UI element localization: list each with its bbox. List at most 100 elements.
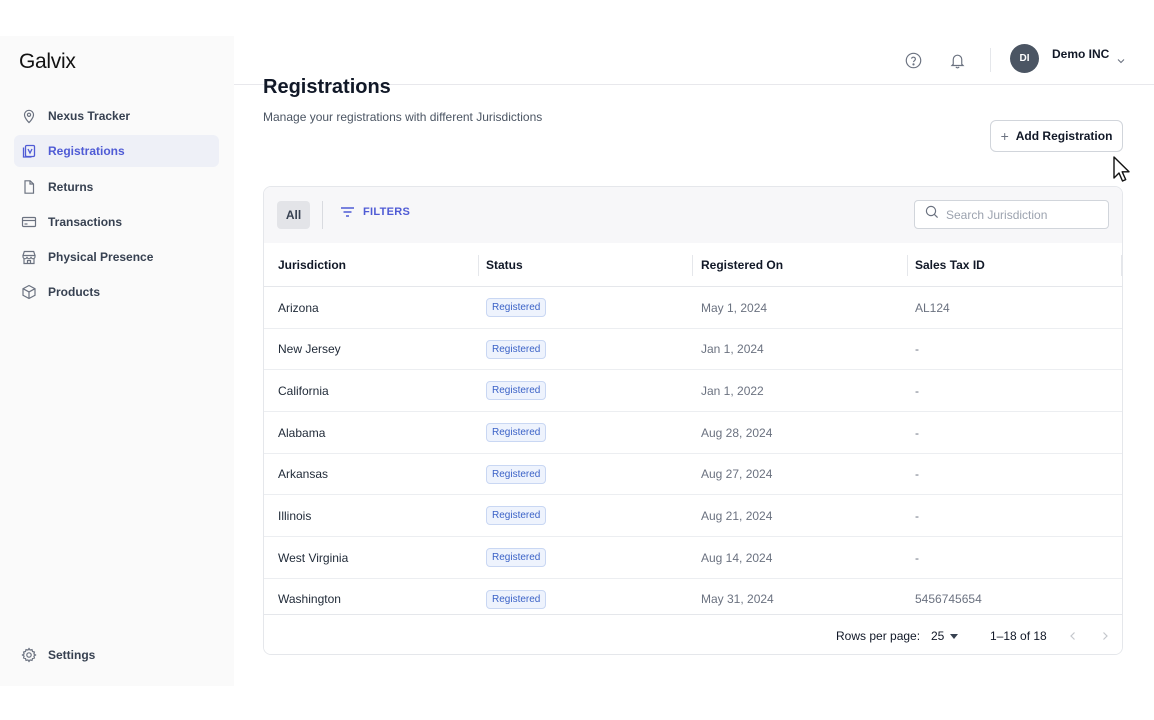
cell-jurisdiction: Arizona bbox=[278, 300, 319, 315]
gear-icon bbox=[20, 646, 38, 664]
sidebar-item-label: Settings bbox=[48, 648, 96, 662]
sidebar-item-nexus-tracker[interactable]: Nexus Tracker bbox=[14, 100, 219, 132]
search-input[interactable] bbox=[946, 207, 1096, 222]
add-registration-label: Add Registration bbox=[1015, 129, 1113, 143]
brand-logo[interactable]: Galvix bbox=[19, 50, 76, 74]
status-badge: Registered bbox=[486, 589, 547, 609]
table-row[interactable]: West Virginia Registered Aug 14, 2024 - bbox=[264, 537, 1122, 579]
mouse-pointer-icon bbox=[1112, 155, 1132, 183]
registrations-table-card: All FILTERS Jurisdiction Status Register… bbox=[263, 186, 1123, 655]
cell-sales-tax-id: - bbox=[915, 508, 919, 523]
status-badge: Registered bbox=[486, 339, 547, 359]
cell-sales-tax-id: - bbox=[915, 550, 919, 565]
cell-status: Registered bbox=[486, 495, 547, 536]
rows-per-page-select[interactable]: 25 bbox=[931, 629, 959, 643]
rows-per-page-label: Rows per page: bbox=[836, 629, 921, 643]
add-registration-button[interactable]: + Add Registration bbox=[990, 120, 1123, 152]
map-pin-icon bbox=[20, 107, 38, 125]
cell-status: Registered bbox=[486, 370, 547, 411]
status-badge: Registered bbox=[486, 381, 547, 401]
table-row[interactable]: New Jersey Registered Jan 1, 2024 - bbox=[264, 329, 1122, 371]
avatar[interactable]: DI bbox=[1010, 44, 1039, 73]
next-page-button[interactable] bbox=[1097, 627, 1113, 645]
cell-status: Registered bbox=[486, 412, 547, 453]
cell-status: Registered bbox=[486, 537, 547, 578]
cell-registered-on: Aug 14, 2024 bbox=[701, 550, 773, 565]
search-jurisdiction[interactable] bbox=[914, 200, 1109, 229]
file-icon bbox=[20, 178, 38, 196]
table-row[interactable]: Alabama Registered Aug 28, 2024 - bbox=[264, 412, 1122, 454]
page-title: Registrations bbox=[263, 76, 391, 98]
column-separator bbox=[1121, 255, 1122, 276]
chevron-down-icon[interactable] bbox=[1115, 54, 1127, 66]
status-badge: Registered bbox=[486, 506, 547, 526]
column-separator bbox=[692, 255, 693, 276]
sidebar-item-transactions[interactable]: Transactions bbox=[14, 206, 219, 238]
registration-icon bbox=[20, 142, 38, 160]
previous-page-button[interactable] bbox=[1065, 627, 1081, 645]
filter-icon bbox=[340, 206, 355, 218]
sidebar: Galvix Nexus Tracker Registrations Retur… bbox=[0, 36, 234, 686]
table-header: Jurisdiction Status Registered On Sales … bbox=[264, 243, 1122, 287]
search-icon bbox=[925, 205, 939, 224]
status-badge: Registered bbox=[486, 298, 547, 317]
filters-label: FILTERS bbox=[363, 206, 411, 218]
sidebar-item-products[interactable]: Products bbox=[14, 276, 219, 308]
sidebar-item-label: Products bbox=[48, 285, 101, 300]
toolbar-divider bbox=[322, 201, 323, 229]
cell-status: Registered bbox=[486, 454, 547, 495]
cell-jurisdiction: Alabama bbox=[278, 425, 326, 440]
cell-status: Registered bbox=[486, 287, 547, 328]
sidebar-item-label: Returns bbox=[48, 179, 94, 194]
column-header-status[interactable]: Status bbox=[486, 243, 523, 287]
table-toolbar: All FILTERS bbox=[264, 187, 1122, 243]
sidebar-item-settings[interactable]: Settings bbox=[14, 639, 219, 671]
column-header-sales-tax-id[interactable]: Sales Tax ID bbox=[915, 243, 985, 287]
column-header-registered-on[interactable]: Registered On bbox=[701, 243, 783, 287]
sidebar-item-physical-presence[interactable]: Physical Presence bbox=[14, 241, 219, 273]
cell-registered-on: May 1, 2024 bbox=[701, 300, 768, 315]
credit-card-icon bbox=[20, 213, 38, 231]
filters-button[interactable]: FILTERS bbox=[340, 206, 410, 218]
column-separator bbox=[907, 255, 908, 276]
bell-icon[interactable] bbox=[947, 50, 967, 70]
table-pagination: Rows per page: 25 1–18 of 18 bbox=[264, 614, 1122, 654]
cell-registered-on: Jan 1, 2024 bbox=[701, 342, 764, 357]
cell-sales-tax-id: - bbox=[915, 425, 919, 440]
table-row[interactable]: Arkansas Registered Aug 27, 2024 - bbox=[264, 454, 1122, 496]
sidebar-nav: Nexus Tracker Registrations Returns Tran… bbox=[14, 100, 219, 312]
column-separator bbox=[478, 255, 479, 276]
cell-jurisdiction: Illinois bbox=[278, 508, 312, 523]
sidebar-item-label: Nexus Tracker bbox=[48, 109, 131, 123]
cell-sales-tax-id: - bbox=[915, 467, 919, 482]
cell-sales-tax-id: AL124 bbox=[915, 300, 950, 315]
sidebar-item-label: Registrations bbox=[48, 144, 125, 159]
page-subtitle: Manage your registrations with different… bbox=[263, 110, 543, 124]
table-row[interactable]: Illinois Registered Aug 21, 2024 - bbox=[264, 495, 1122, 538]
cell-status: Registered bbox=[486, 329, 547, 370]
column-header-jurisdiction[interactable]: Jurisdiction bbox=[278, 243, 346, 287]
sidebar-item-returns[interactable]: Returns bbox=[14, 171, 219, 203]
sidebar-item-label: Transactions bbox=[48, 214, 123, 229]
store-icon bbox=[20, 248, 38, 266]
cell-sales-tax-id: - bbox=[915, 383, 919, 398]
header-divider bbox=[990, 48, 991, 72]
cell-jurisdiction: Arkansas bbox=[278, 467, 329, 482]
company-name[interactable]: Demo INC bbox=[1052, 47, 1109, 61]
cell-registered-on: Jan 1, 2022 bbox=[701, 383, 764, 398]
status-badge: Registered bbox=[486, 423, 547, 443]
table-row[interactable]: California Registered Jan 1, 2022 - bbox=[264, 370, 1122, 413]
table-row[interactable]: Arizona Registered May 1, 2024 AL124 bbox=[264, 287, 1122, 329]
sidebar-item-registrations[interactable]: Registrations bbox=[14, 135, 219, 168]
sidebar-settings: Settings bbox=[14, 639, 219, 674]
cell-jurisdiction: California bbox=[278, 383, 329, 398]
help-icon[interactable] bbox=[903, 50, 923, 70]
status-badge: Registered bbox=[486, 464, 547, 484]
rows-per-page-value: 25 bbox=[931, 629, 945, 643]
filter-chip-all[interactable]: All bbox=[277, 201, 310, 229]
cell-sales-tax-id: - bbox=[915, 342, 919, 357]
plus-icon: + bbox=[1000, 128, 1009, 144]
caret-down-icon bbox=[950, 633, 959, 639]
table-body: Arizona Registered May 1, 2024 AL124 New… bbox=[264, 287, 1122, 621]
cell-jurisdiction: New Jersey bbox=[278, 342, 341, 357]
